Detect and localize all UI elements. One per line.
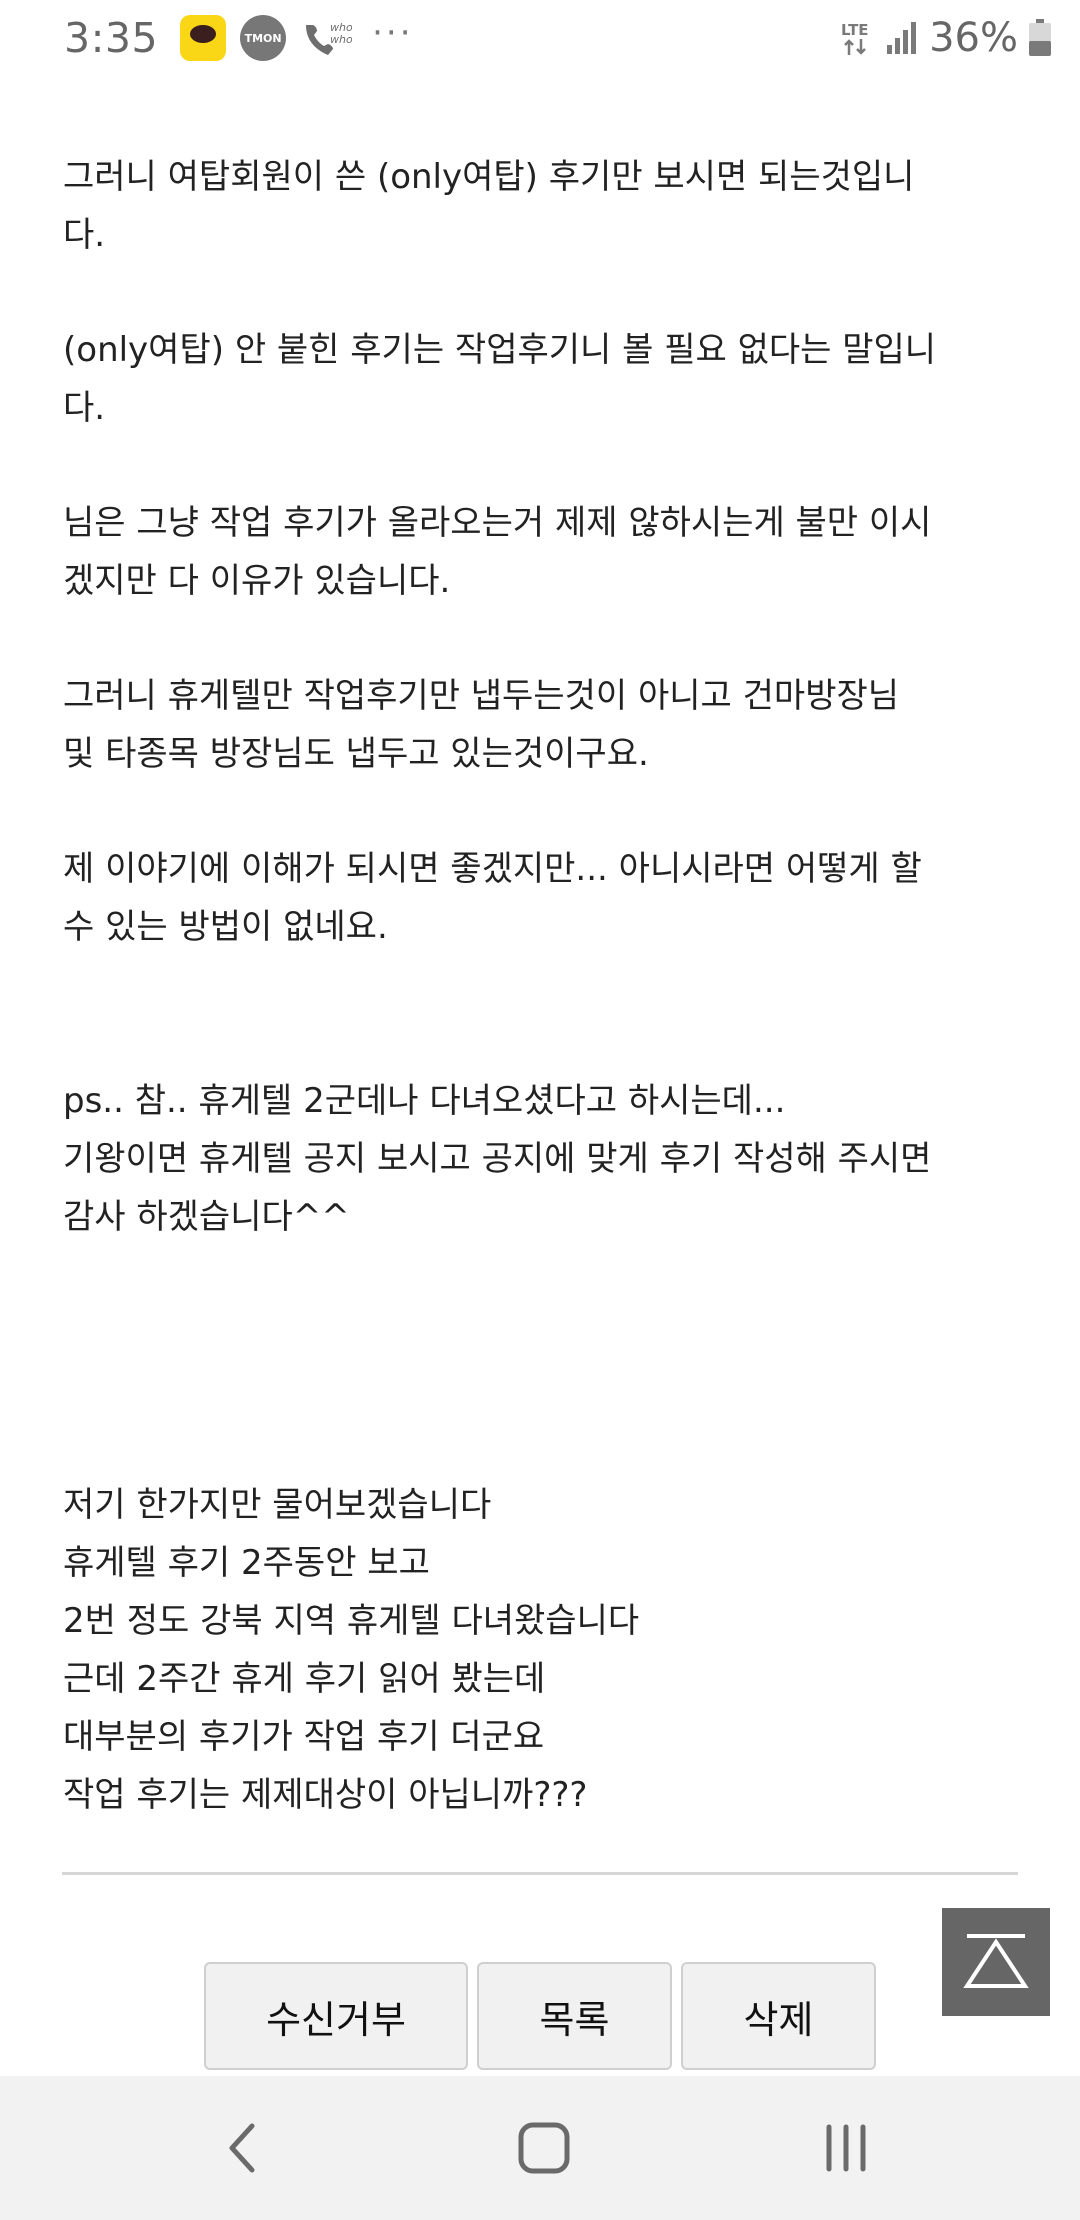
recent-apps-icon	[826, 2124, 866, 2172]
content-divider	[62, 1872, 1018, 1875]
system-indicators: LTE 36%	[839, 15, 1052, 61]
post-paragraph: (only여탑) 안 붙힌 후기는 작업후기니 볼 필요 없다는 말입니 다.	[63, 330, 937, 428]
recent-apps-button[interactable]	[786, 2076, 906, 2220]
more-notifications-icon: ···	[372, 13, 414, 53]
whowho-phone-icon: who who	[300, 15, 353, 61]
post-paragraph: 그러니 여탑회원이 쓴 (only여탑) 후기만 보시면 되는것입니 다.	[63, 157, 915, 255]
svg-text:who: who	[330, 33, 352, 46]
post-paragraph: 그러니 휴게텔만 작업후기만 냅두는것이 아니고 건마방장님 및 타종목 방장님…	[63, 676, 900, 774]
delete-button[interactable]: 삭제	[681, 1962, 876, 2070]
network-label: LTE	[841, 21, 869, 39]
post-paragraph: 제 이야기에 이해가 되시면 좋겠지만... 아니시라면 어떻게 할 수 있는 …	[63, 849, 922, 947]
status-bar: 3:35 TMON who who ··· LTE 36%	[0, 0, 1080, 76]
screen: 입니다. 그러니 여탑회원이 쓴 (only여탑) 후기만 보시면 되는것입니 …	[0, 0, 1080, 2220]
signal-icon	[885, 21, 919, 55]
arrow-up-icon	[963, 1934, 1029, 1988]
post-paragraph: 님은 그냥 작업 후기가 올라오는거 제제 않하시는게 불만 이시 겠지만 다 …	[63, 503, 932, 601]
post-paragraph: ps.. 참.. 휴게텔 2군데나 다녀오셨다고 하시는데... 기왕이면 휴게…	[63, 1081, 932, 1237]
block-messages-button[interactable]: 수신거부	[204, 1962, 468, 2070]
home-button[interactable]	[484, 2076, 604, 2220]
lte-icon: LTE	[839, 15, 875, 61]
kakao-notification-icon	[180, 15, 227, 61]
back-chevron-icon	[229, 2123, 255, 2173]
home-square-icon	[518, 2122, 570, 2174]
post-paragraph: 저기 한가지만 물어보겠습니다 휴게텔 후기 2주동안 보고 2번 정도 강북 …	[63, 1485, 640, 1815]
tmon-notification-icon: TMON	[240, 15, 287, 61]
navigation-bar	[0, 2076, 1080, 2220]
status-time: 3:35	[64, 14, 159, 62]
battery-icon	[1028, 19, 1052, 57]
notification-icons: TMON who who ···	[180, 13, 414, 61]
back-button[interactable]	[182, 2076, 302, 2220]
scroll-to-top-button[interactable]	[942, 1908, 1050, 2016]
battery-percent: 36%	[929, 15, 1018, 61]
list-button[interactable]: 목록	[477, 1962, 672, 2070]
